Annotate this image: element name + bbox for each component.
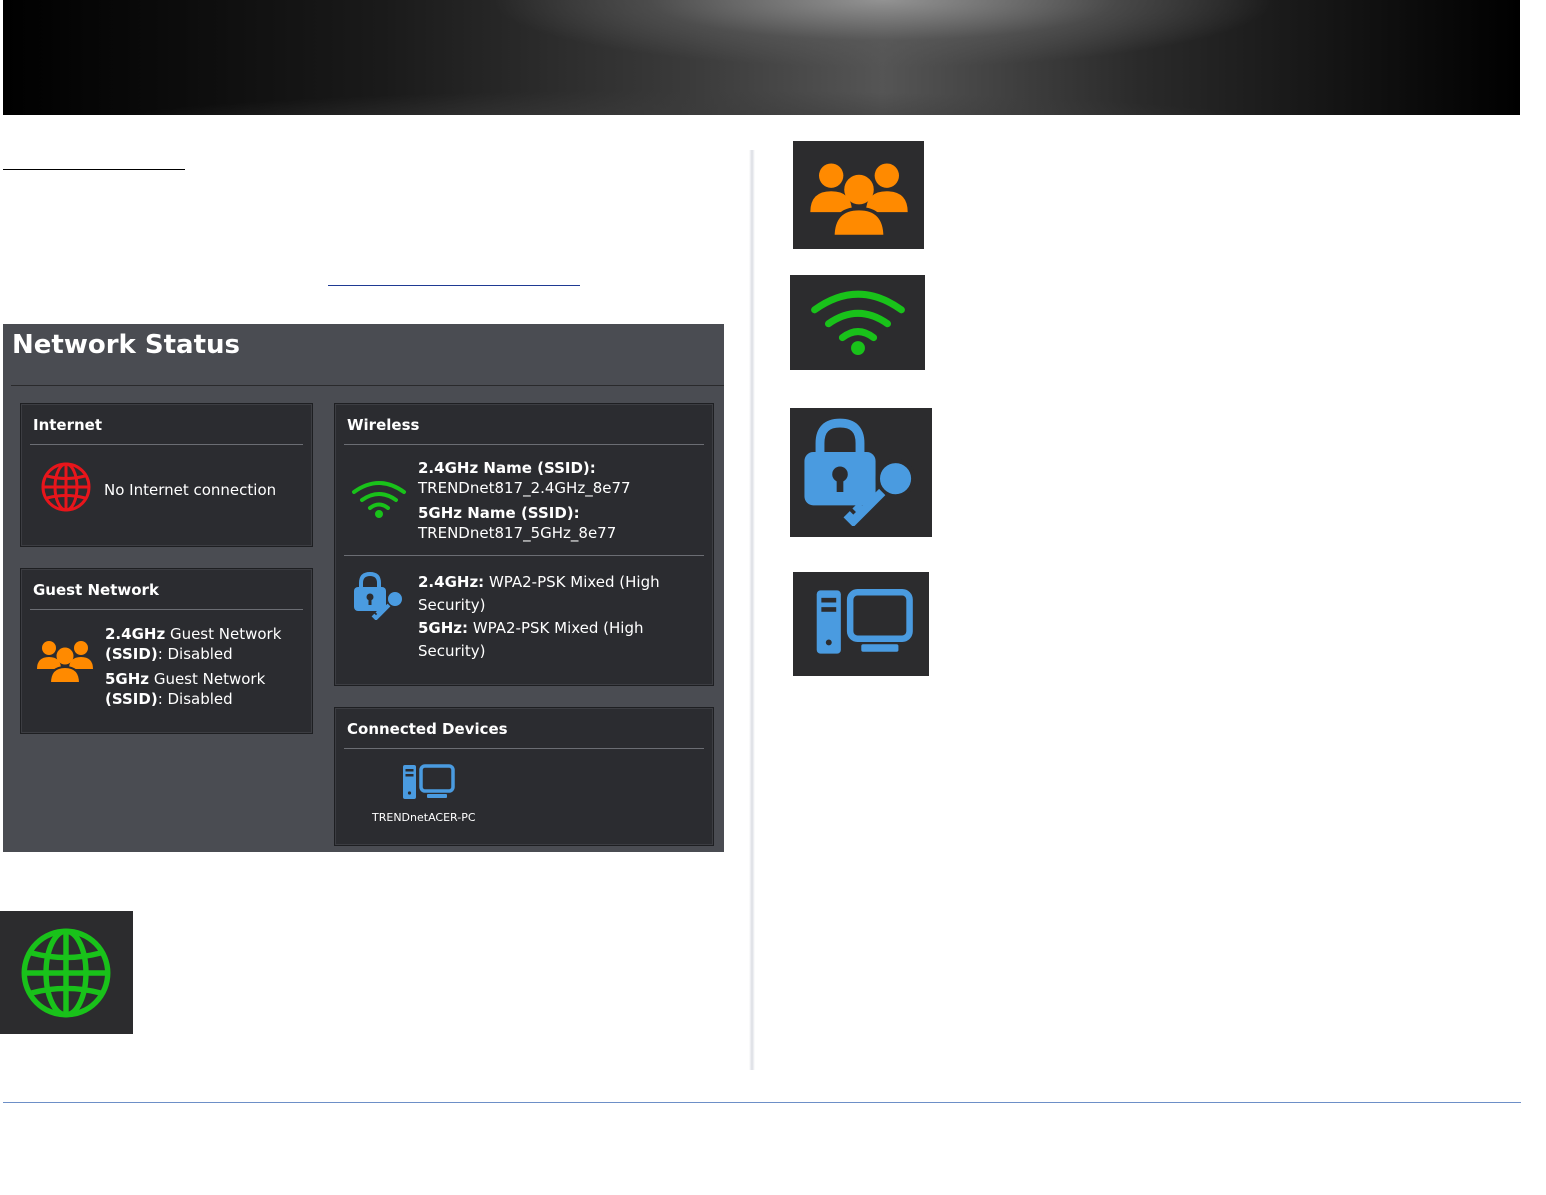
wireless-panel: Wireless 2.4GHz Name (SSID): TRENDnet817… [334, 403, 714, 686]
security-icon-tile [790, 408, 932, 537]
internet-status: No Internet connection [104, 481, 277, 499]
connected-devices-panel: Connected Devices TRENDnetACER-PC [334, 707, 714, 846]
header-banner [3, 0, 1520, 115]
security-5-value: WPA2-PSK Mixed (High [468, 619, 644, 637]
panel-divider [344, 748, 704, 749]
page-title: Network Status [12, 330, 240, 360]
ssid-5-value: TRENDnet817_5GHz_8e77 [418, 524, 617, 542]
guest-5-text: Guest Network [149, 670, 266, 688]
security-24-label: 2.4GHz: [418, 573, 485, 591]
panel-divider [30, 609, 303, 610]
security-24-value: WPA2-PSK Mixed (High [484, 573, 660, 591]
guest-5-status: : Disabled [157, 690, 233, 708]
hyperlink-underline[interactable] [328, 285, 580, 286]
panel-heading: Connected Devices [347, 720, 508, 738]
guest-24-line: 2.4GHz Guest Network (SSID): Disabled [105, 624, 305, 664]
computer-icon [816, 589, 913, 654]
device-name[interactable]: TRENDnetACER-PC [372, 811, 476, 824]
guest-24-ssid: (SSID) [105, 645, 158, 663]
security-5-value-cont: Security) [418, 642, 486, 660]
security-24-value-cont: Security) [418, 596, 486, 614]
panel-divider [30, 444, 303, 445]
lock-key-icon [804, 418, 916, 526]
guest-5-band: 5GHz [105, 670, 150, 688]
network-status-screenshot: Network Status Internet No Internet conn… [3, 324, 724, 852]
panel-heading: Guest Network [33, 581, 159, 599]
guest-24-band: 2.4GHz [105, 625, 166, 643]
heading-underline [3, 169, 185, 170]
panel-divider [344, 555, 704, 556]
guest-24-text: Guest Network [165, 625, 282, 643]
guest-users-icon [810, 163, 908, 239]
ssid-5-label: 5GHz Name (SSID): [418, 504, 580, 522]
ssid-24-label: 2.4GHz Name (SSID): [418, 459, 596, 477]
ssid-24-value: TRENDnet817_2.4GHz_8e77 [418, 479, 631, 497]
title-divider [11, 385, 724, 386]
footer-rule [3, 1102, 1521, 1103]
column-divider [749, 150, 755, 1070]
guest-network-panel: Guest Network 2.4GHz Guest Network (SSID… [20, 568, 313, 734]
security-24: 2.4GHz: WPA2-PSK Mixed (High Security) [418, 571, 708, 617]
guest-5-line: 5GHz Guest Network (SSID): Disabled [105, 669, 305, 709]
guest-users-icon [37, 641, 93, 684]
wifi-icon [811, 290, 905, 355]
panel-heading: Wireless [347, 416, 420, 434]
internet-icon-tile [0, 911, 133, 1034]
guest-icon-tile [793, 141, 924, 249]
device-icon-tile [793, 572, 929, 676]
lock-key-icon [354, 572, 404, 620]
security-5-label: 5GHz: [418, 619, 469, 637]
panel-heading: Internet [33, 416, 103, 434]
globe-icon [41, 462, 91, 512]
internet-panel: Internet No Internet connection [20, 403, 313, 547]
guest-24-status: : Disabled [157, 645, 233, 663]
guest-5-ssid: (SSID) [105, 690, 158, 708]
wifi-icon [352, 481, 406, 518]
computer-icon[interactable] [401, 763, 457, 801]
panel-divider [344, 444, 704, 445]
globe-icon [21, 928, 111, 1018]
security-5: 5GHz: WPA2-PSK Mixed (High Security) [418, 617, 708, 663]
wifi-icon-tile [790, 275, 925, 370]
